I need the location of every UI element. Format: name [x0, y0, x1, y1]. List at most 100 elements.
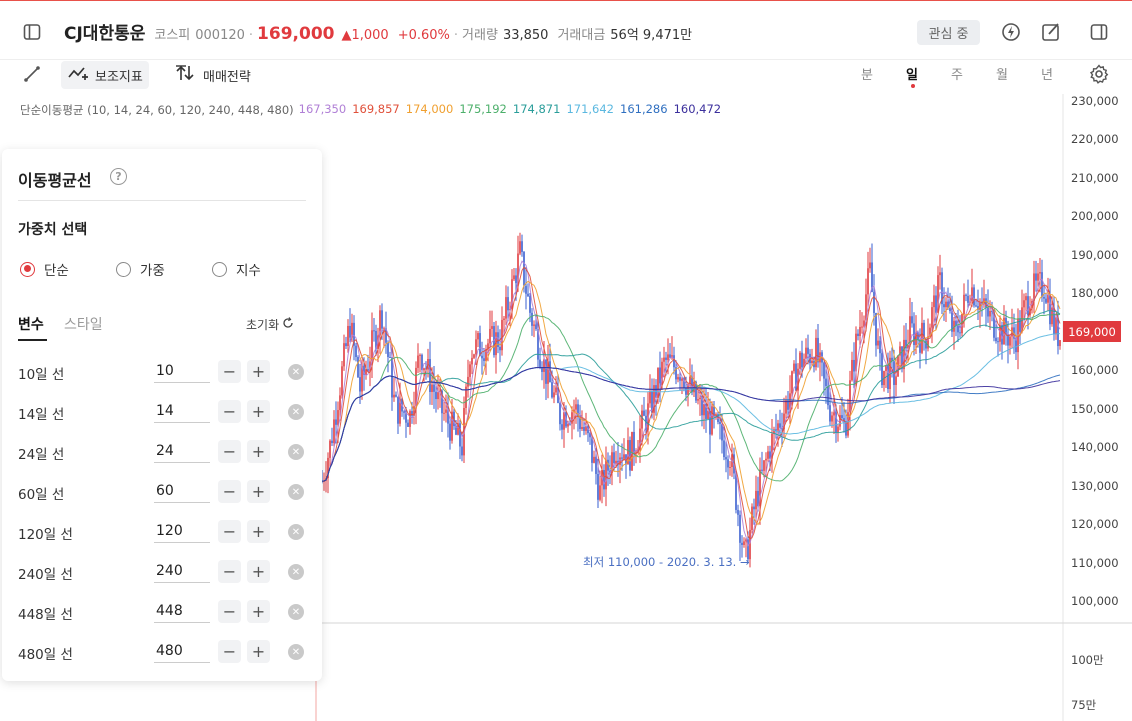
ma-period-input[interactable] — [154, 559, 210, 583]
plus-icon[interactable]: + — [247, 440, 270, 463]
plus-icon[interactable]: + — [247, 560, 270, 583]
divider — [18, 200, 306, 201]
candle-body — [967, 295, 969, 303]
minus-icon[interactable]: − — [218, 600, 241, 623]
watchlist-button[interactable]: 관심 중 — [917, 20, 980, 45]
candle-body — [997, 341, 999, 343]
candle-body — [613, 452, 615, 464]
minus-icon[interactable]: − — [218, 520, 241, 543]
plus-icon[interactable]: + — [247, 360, 270, 383]
candle-body — [567, 423, 569, 427]
candle-body — [767, 451, 769, 459]
candle-body — [339, 395, 341, 411]
ma-period-input[interactable] — [154, 639, 210, 663]
candle-body — [965, 294, 967, 296]
candle-body — [475, 339, 477, 355]
candle-body — [605, 459, 607, 490]
minus-icon[interactable]: − — [218, 560, 241, 583]
volume-label: 거래량 — [462, 28, 498, 43]
y-tick-label: 230,000 — [1071, 94, 1119, 108]
radio-exponential[interactable]: 지수 — [212, 259, 261, 279]
candle-body — [1023, 300, 1025, 308]
candle-body — [807, 347, 809, 354]
minus-icon[interactable]: − — [218, 400, 241, 423]
candle-body — [507, 297, 509, 311]
amount-label: 거래대금 — [557, 28, 606, 43]
delete-icon[interactable]: ✕ — [288, 524, 304, 540]
period-day[interactable]: 일 — [902, 64, 922, 83]
candle-body — [943, 304, 945, 308]
candle-body — [933, 295, 935, 308]
plus-icon[interactable]: + — [247, 480, 270, 503]
ma-period-input[interactable] — [154, 439, 210, 463]
plus-icon[interactable]: + — [247, 600, 270, 623]
candle-body — [811, 360, 813, 364]
candle-body — [877, 340, 879, 346]
sidebar-toggle-icon[interactable] — [21, 21, 43, 43]
candle-body — [461, 446, 463, 456]
ma-settings-panel: 이동평균선 ? 가중치 선택 단순 가중 지수 변수 스타일 초기화 10일 선… — [2, 149, 322, 681]
candle-body — [869, 262, 871, 269]
candle-body — [1027, 296, 1029, 316]
ma-period-input[interactable] — [154, 519, 210, 543]
period-minute[interactable]: 분 — [857, 64, 877, 83]
tab-variables[interactable]: 변수 — [18, 314, 44, 334]
candle-body — [1045, 298, 1047, 303]
help-icon[interactable]: ? — [110, 168, 127, 185]
delete-icon[interactable]: ✕ — [288, 564, 304, 580]
candle-body — [995, 337, 997, 342]
delete-icon[interactable]: ✕ — [288, 444, 304, 460]
tab-style[interactable]: 스타일 — [64, 314, 103, 334]
ma-period-input[interactable] — [154, 359, 210, 383]
delete-icon[interactable]: ✕ — [288, 404, 304, 420]
reset-label: 초기화 — [246, 318, 280, 332]
minus-icon[interactable]: − — [218, 480, 241, 503]
candle-body — [403, 411, 405, 413]
candle-body — [409, 411, 411, 427]
minus-icon[interactable]: − — [218, 360, 241, 383]
flash-icon[interactable] — [1000, 21, 1022, 43]
edit-icon[interactable] — [1040, 21, 1062, 43]
radio-simple[interactable]: 단순 — [20, 259, 69, 279]
legend-value: 175,192 — [459, 102, 507, 116]
minus-icon[interactable]: − — [218, 640, 241, 663]
delete-icon[interactable]: ✕ — [288, 364, 304, 380]
candle-body — [367, 369, 369, 371]
settings-gear-icon[interactable] — [1088, 63, 1110, 85]
panel-toggle-icon[interactable] — [1088, 21, 1110, 43]
plus-icon[interactable]: + — [247, 400, 270, 423]
ma-line — [321, 260, 1061, 547]
candle-body — [911, 316, 913, 324]
candle-body — [473, 354, 475, 358]
legend-title: 단순이동평균 (10, 14, 24, 60, 120, 240, 448, 4… — [20, 103, 294, 117]
stock-header: CJ대한통운 코스피 000120 · 169,000 ▲1,000 +0.60… — [0, 0, 1132, 60]
period-week[interactable]: 주 — [947, 64, 967, 83]
radio-label: 지수 — [236, 263, 261, 279]
ma-period-input[interactable] — [154, 599, 210, 623]
plus-icon[interactable]: + — [247, 640, 270, 663]
delete-icon[interactable]: ✕ — [288, 644, 304, 660]
candle-body — [741, 542, 743, 545]
candle-body — [703, 404, 705, 416]
candle-body — [615, 460, 617, 464]
strategy-button[interactable]: 매매전략 — [169, 61, 257, 89]
plus-icon[interactable]: + — [247, 520, 270, 543]
candle-body — [583, 427, 585, 431]
candle-body — [945, 301, 947, 308]
ma-period-input[interactable] — [154, 479, 210, 503]
candle-body — [491, 326, 493, 329]
draw-line-icon[interactable] — [21, 63, 43, 85]
ma-period-input[interactable] — [154, 399, 210, 423]
candle-body — [529, 296, 531, 313]
period-year[interactable]: 년 — [1037, 64, 1057, 83]
legend-values: 167,350 169,857 174,000 175,192 174,871 171,6… — [299, 102, 722, 118]
candle-body — [521, 241, 523, 252]
period-month[interactable]: 월 — [992, 64, 1012, 83]
delete-icon[interactable]: ✕ — [288, 484, 304, 500]
minus-icon[interactable]: − — [218, 440, 241, 463]
candle-body — [649, 391, 651, 404]
indicator-button[interactable]: 보조지표 — [61, 61, 149, 89]
reset-button[interactable]: 초기화 — [246, 316, 294, 333]
delete-icon[interactable]: ✕ — [288, 604, 304, 620]
radio-weighted[interactable]: 가중 — [116, 259, 165, 279]
